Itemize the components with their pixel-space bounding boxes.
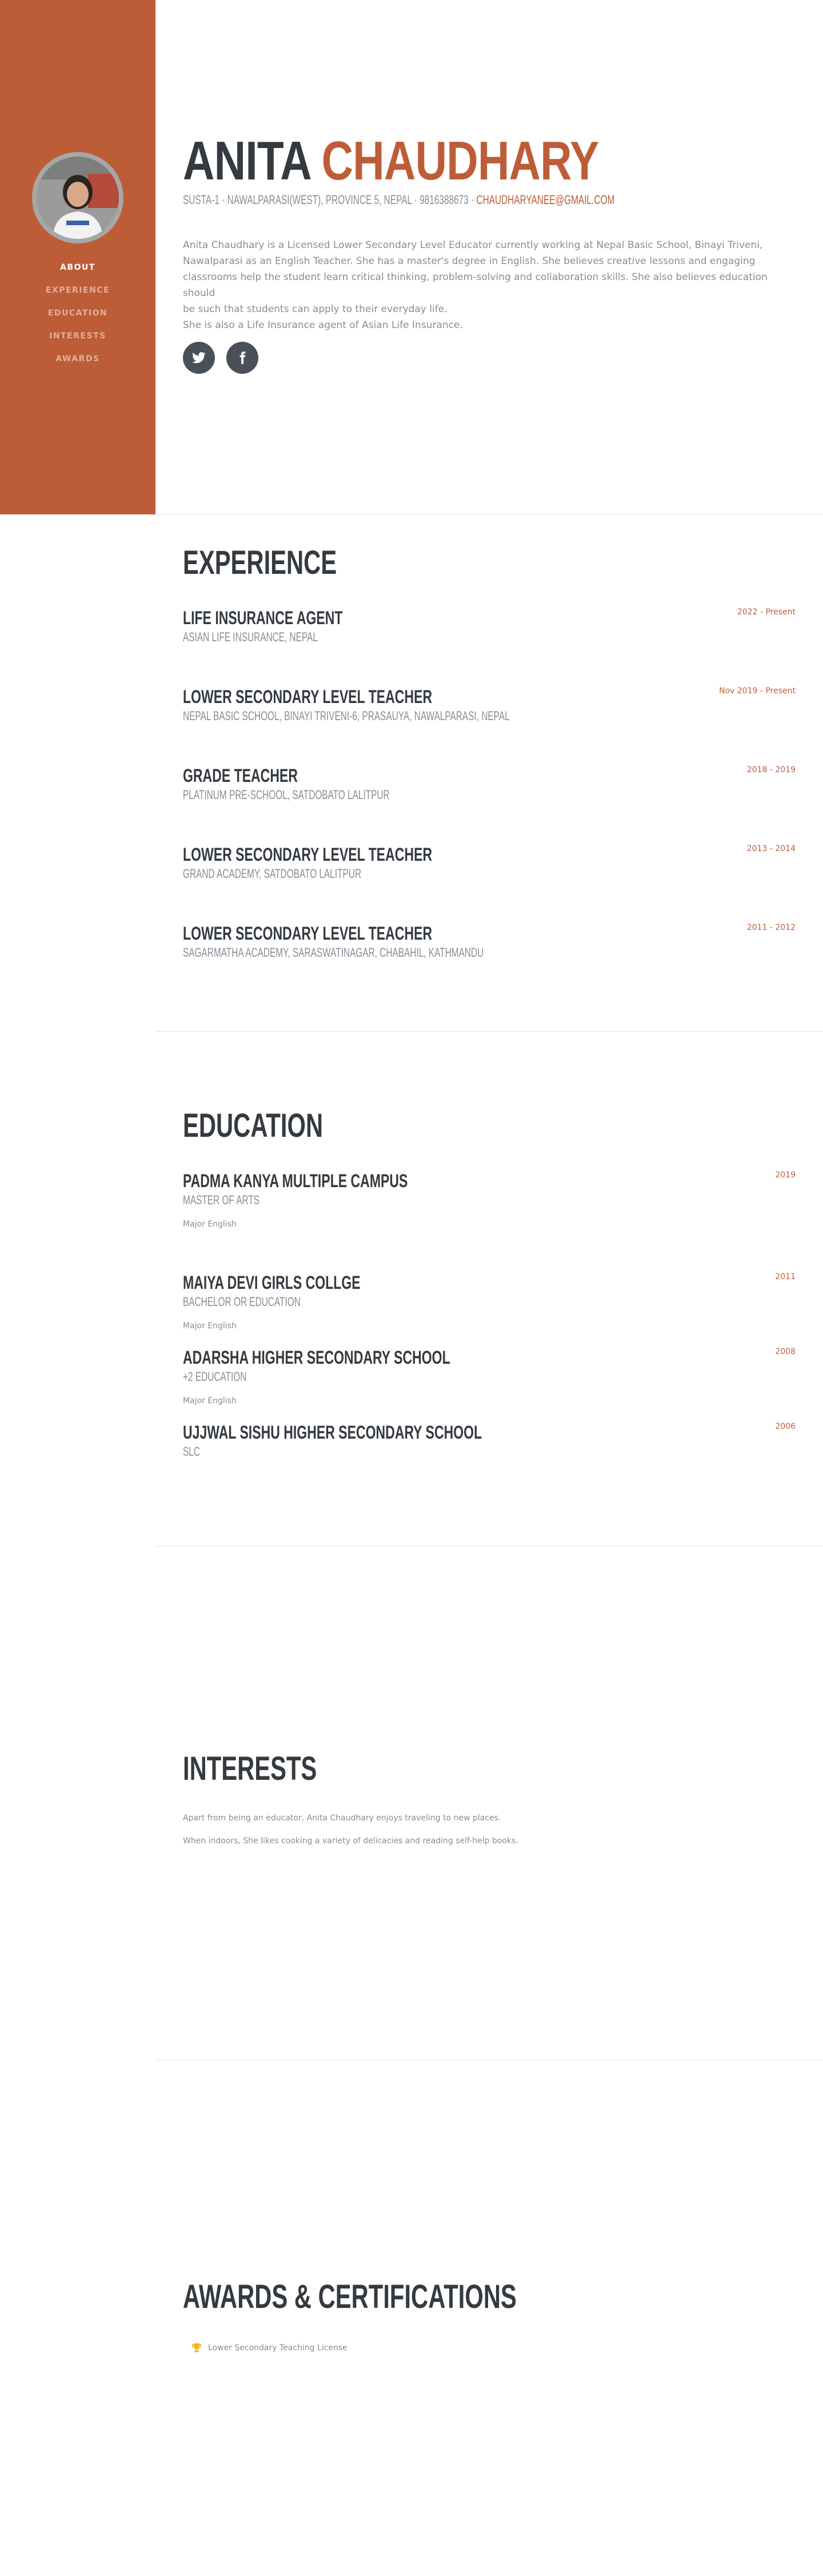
nav-link-experience[interactable]: Experience — [46, 286, 110, 295]
sidebar: About Experience Education Interests Awa… — [0, 0, 155, 514]
item-date: 2011 — [775, 1272, 796, 1281]
interests-heading: Interests — [183, 1750, 317, 1787]
education-item: Adarsha Higher Secondary School +2 Educa… — [183, 1347, 796, 1405]
nav-link-about[interactable]: About — [60, 263, 95, 272]
nav-link-interests[interactable]: Interests — [49, 332, 106, 341]
facebook-button[interactable] — [226, 342, 258, 374]
interests-paragraph: When indoors, She likes cooking a variet… — [183, 1836, 518, 1846]
item-subtitle: Platinum Pre-School, Satdobato Lalitpur — [183, 788, 390, 802]
last-name: Chaudhary — [321, 130, 600, 191]
experience-item: Life Insurance Agent Asian Life Insuranc… — [183, 608, 796, 645]
nav-link-awards[interactable]: Awards — [55, 354, 99, 364]
nav-link-education[interactable]: Education — [48, 309, 107, 318]
profile-photo — [37, 157, 119, 239]
item-note: Major English — [183, 1321, 237, 1331]
item-date: 2013 - 2014 — [746, 844, 796, 853]
item-subtitle: SLC — [183, 1444, 200, 1459]
about-section: Anita Chaudhary Susta-1 · Nawalparasi(We… — [155, 0, 823, 514]
item-title: Lower Secondary Level Teacher — [183, 686, 433, 707]
item-subtitle: Bachelor or Education — [183, 1295, 301, 1309]
experience-section: Experience Life Insurance Agent Asian Li… — [155, 515, 823, 1031]
trophy-icon — [191, 2343, 202, 2353]
item-title: Lower Secondary Level Teacher — [183, 923, 433, 944]
item-date: 2006 — [775, 1422, 796, 1431]
experience-item: Lower Secondary Level Teacher Sagarmatha… — [183, 923, 796, 961]
bio-line: Nawalparasi as an English Teacher. She h… — [183, 255, 756, 267]
item-title: Adarsha Higher Secondary School — [183, 1347, 450, 1368]
twitter-icon — [192, 352, 206, 364]
interests-section: Interests Apart from being an educator, … — [155, 1547, 823, 2060]
education-item: Maiya Devi Girls Collge Bachelor or Educ… — [183, 1272, 796, 1331]
item-note: Major English — [183, 1396, 237, 1405]
bio-line: Anita Chaudhary is a Licensed Lower Seco… — [183, 239, 763, 251]
experience-item: Lower Secondary Level Teacher Grand Acad… — [183, 844, 796, 882]
item-title: Life Insurance Agent — [183, 608, 343, 628]
social-icons — [183, 342, 258, 374]
awards-heading: Awards & Certifications — [183, 2278, 517, 2315]
twitter-button[interactable] — [183, 342, 215, 374]
awards-section: Awards & Certifications Lower Secondary … — [155, 2060, 823, 2576]
item-title: Lower Secondary Level Teacher — [183, 844, 433, 865]
item-date: 2022 - Present — [737, 608, 796, 617]
experience-item: Lower Secondary Level Teacher Nepal Basi… — [183, 686, 796, 724]
facebook-icon — [239, 352, 246, 364]
award-label: Lower Secondary Teaching License — [208, 2343, 347, 2353]
sidebar-nav: About Experience Education Interests Awa… — [0, 256, 155, 370]
experience-heading: Experience — [183, 544, 337, 581]
bio-line: be such that students can apply to their… — [183, 303, 448, 315]
item-subtitle: Grand Academy, Satdobato Lalitpur — [183, 866, 362, 881]
interests-paragraph: Apart from being an educator, Anita Chau… — [183, 1814, 501, 1823]
education-item: Ujjwal Sishu Higher Secondary School SLC… — [183, 1422, 796, 1460]
award-item: Lower Secondary Teaching License — [191, 2343, 347, 2353]
item-note: Major English — [183, 1220, 237, 1229]
item-subtitle: Asian Life Insurance, Nepal — [183, 630, 318, 644]
item-title: Padma Kanya Multiple Campus — [183, 1171, 408, 1191]
experience-item: Grade Teacher Platinum Pre-School, Satdo… — [183, 765, 796, 803]
item-subtitle: Master of Arts — [183, 1193, 260, 1207]
item-date: 2018 - 2019 — [746, 765, 796, 774]
contact-line: Susta-1 · Nawalparasi(West), Province 5,… — [183, 193, 614, 207]
email-link[interactable]: chaudharyanee@gmail.com — [476, 193, 614, 207]
first-name: Anita — [183, 130, 310, 191]
item-subtitle: +2 Education — [183, 1369, 247, 1384]
page-title: Anita Chaudhary — [183, 134, 599, 189]
bio-line: classrooms help the student learn critic… — [183, 271, 768, 299]
item-date: Nov 2019 - Present — [719, 686, 796, 696]
item-title: Ujjwal Sishu Higher Secondary School — [183, 1422, 482, 1443]
bio-text: Anita Chaudhary is a Licensed Lower Seco… — [183, 237, 789, 333]
bio-line: She is also a Life Insurance agent of As… — [183, 319, 463, 331]
item-title: Maiya Devi Girls Collge — [183, 1272, 361, 1293]
education-item: Padma Kanya Multiple Campus Master of Ar… — [183, 1171, 796, 1229]
profile-avatar[interactable] — [32, 152, 123, 243]
address-text: Susta-1 · Nawalparasi(West), Province 5,… — [183, 193, 477, 207]
item-subtitle: Nepal Basic School, Binayi Triveni-6, Pr… — [183, 709, 510, 723]
item-subtitle: Sagarmatha Academy, Saraswatinagar, Chab… — [183, 945, 484, 960]
item-date: 2008 — [775, 1347, 796, 1356]
education-heading: Education — [183, 1107, 323, 1144]
item-title: Grade Teacher — [183, 765, 298, 786]
item-date: 2011 - 2012 — [746, 923, 796, 932]
education-section: Education Padma Kanya Multiple Campus Ma… — [155, 1032, 823, 1546]
item-date: 2019 — [775, 1171, 796, 1180]
